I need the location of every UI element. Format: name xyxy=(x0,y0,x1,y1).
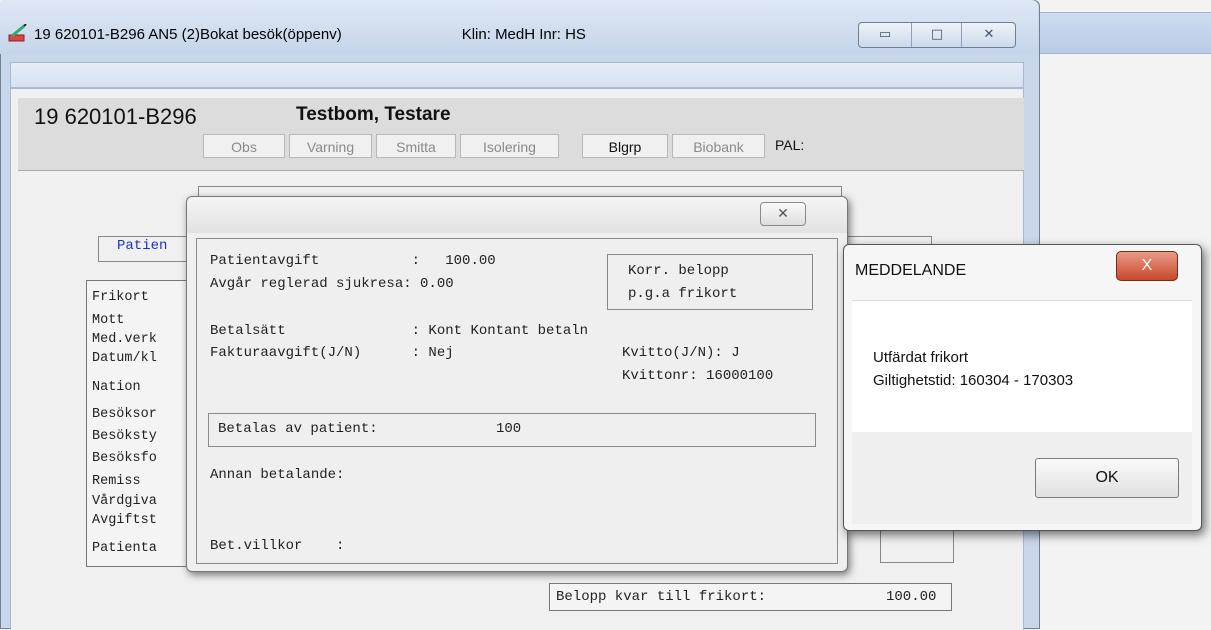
korr-frikort-label: p.g.a frikort xyxy=(628,286,738,302)
field-label: Vårdgiva xyxy=(92,494,157,509)
field-label: Besöksor xyxy=(92,407,157,422)
minimize-button[interactable]: ▭ xyxy=(859,23,911,47)
field-label: Besöksfo xyxy=(92,451,157,466)
kvittonr-field: Kvittonr: 16000100 xyxy=(622,368,774,384)
flag-smitta-button[interactable]: Smitta xyxy=(376,134,456,158)
annan-betalande-label: Annan betalande: xyxy=(210,467,345,483)
payment-dialog-titlebar[interactable] xyxy=(187,197,847,233)
ok-button[interactable]: OK xyxy=(1035,458,1179,498)
remaining-frikort-label: Belopp kvar till frikort: xyxy=(556,589,767,605)
korr-belopp-label: Korr. belopp xyxy=(628,263,729,279)
field-label: Mott xyxy=(92,313,125,328)
flag-biobank-button[interactable]: Biobank xyxy=(672,134,765,158)
flag-varning-button[interactable]: Varning xyxy=(289,134,372,158)
message-body xyxy=(852,300,1192,433)
bet-villkor-label: Bet.villkor : xyxy=(210,538,345,554)
close-button[interactable]: ✕ xyxy=(961,23,1015,47)
window-clinic-text: Klin: MedH Inr: HS xyxy=(461,26,586,43)
message-text-line2: Giltighetstid: 160304 - 170303 xyxy=(873,372,1074,389)
patient-section-label: Patien xyxy=(117,238,168,254)
field-label: Patienta xyxy=(92,541,157,556)
window-title: 19 620101-B296 AN5 (2)Bokat besök(öppenv… xyxy=(34,26,586,43)
patient-id: 19 620101-B296 xyxy=(34,104,197,129)
field-label: Datum/kl xyxy=(92,351,157,366)
betalas-av-patient-label: Betalas av patient: xyxy=(218,421,378,437)
kvitto-field: Kvitto(J/N): J xyxy=(622,345,740,361)
window-controls: ▭ □ ✕ xyxy=(858,22,1016,48)
betalsatt-row: Betalsätt : Kont Kontant betaln xyxy=(210,323,589,339)
flag-obs-button[interactable]: Obs xyxy=(203,134,285,158)
menu-band xyxy=(10,62,1024,88)
field-label: Besöksty xyxy=(92,429,157,444)
message-text-line1: Utfärdat frikort xyxy=(873,349,969,366)
message-dialog-close-button[interactable]: X xyxy=(1116,251,1178,281)
window-title-text: 19 620101-B296 AN5 (2)Bokat besök(öppenv… xyxy=(34,26,342,43)
patientavgift-row: Patientavgift : 100.00 xyxy=(210,253,496,269)
field-label: Frikort xyxy=(92,290,149,305)
field-label: Avgiftst xyxy=(92,513,157,528)
field-label: Remiss xyxy=(92,474,141,489)
payment-dialog-close-button[interactable]: ✕ xyxy=(760,202,806,226)
patient-name: Testbom, Testare xyxy=(296,104,451,125)
flag-blgrp-button[interactable]: Blgrp xyxy=(582,134,668,158)
app-pen-icon xyxy=(8,24,27,42)
pal-label: PAL: xyxy=(775,137,805,153)
remaining-frikort-value: 100.00 xyxy=(886,589,937,605)
field-label: Med.verk xyxy=(92,332,157,347)
maximize-button[interactable]: □ xyxy=(911,23,962,47)
background-window-titlebar xyxy=(1030,12,1211,54)
flag-isolering-button[interactable]: Isolering xyxy=(460,134,559,158)
betalas-av-patient-value: 100 xyxy=(496,421,522,437)
message-dialog-title: MEDDELANDE xyxy=(855,262,967,279)
fakturaavgift-row: Fakturaavgift(J/N) : Nej xyxy=(210,345,454,361)
sjukresa-row: Avgår reglerad sjukresa: 0.00 xyxy=(210,276,454,292)
field-label: Nation xyxy=(92,380,141,395)
